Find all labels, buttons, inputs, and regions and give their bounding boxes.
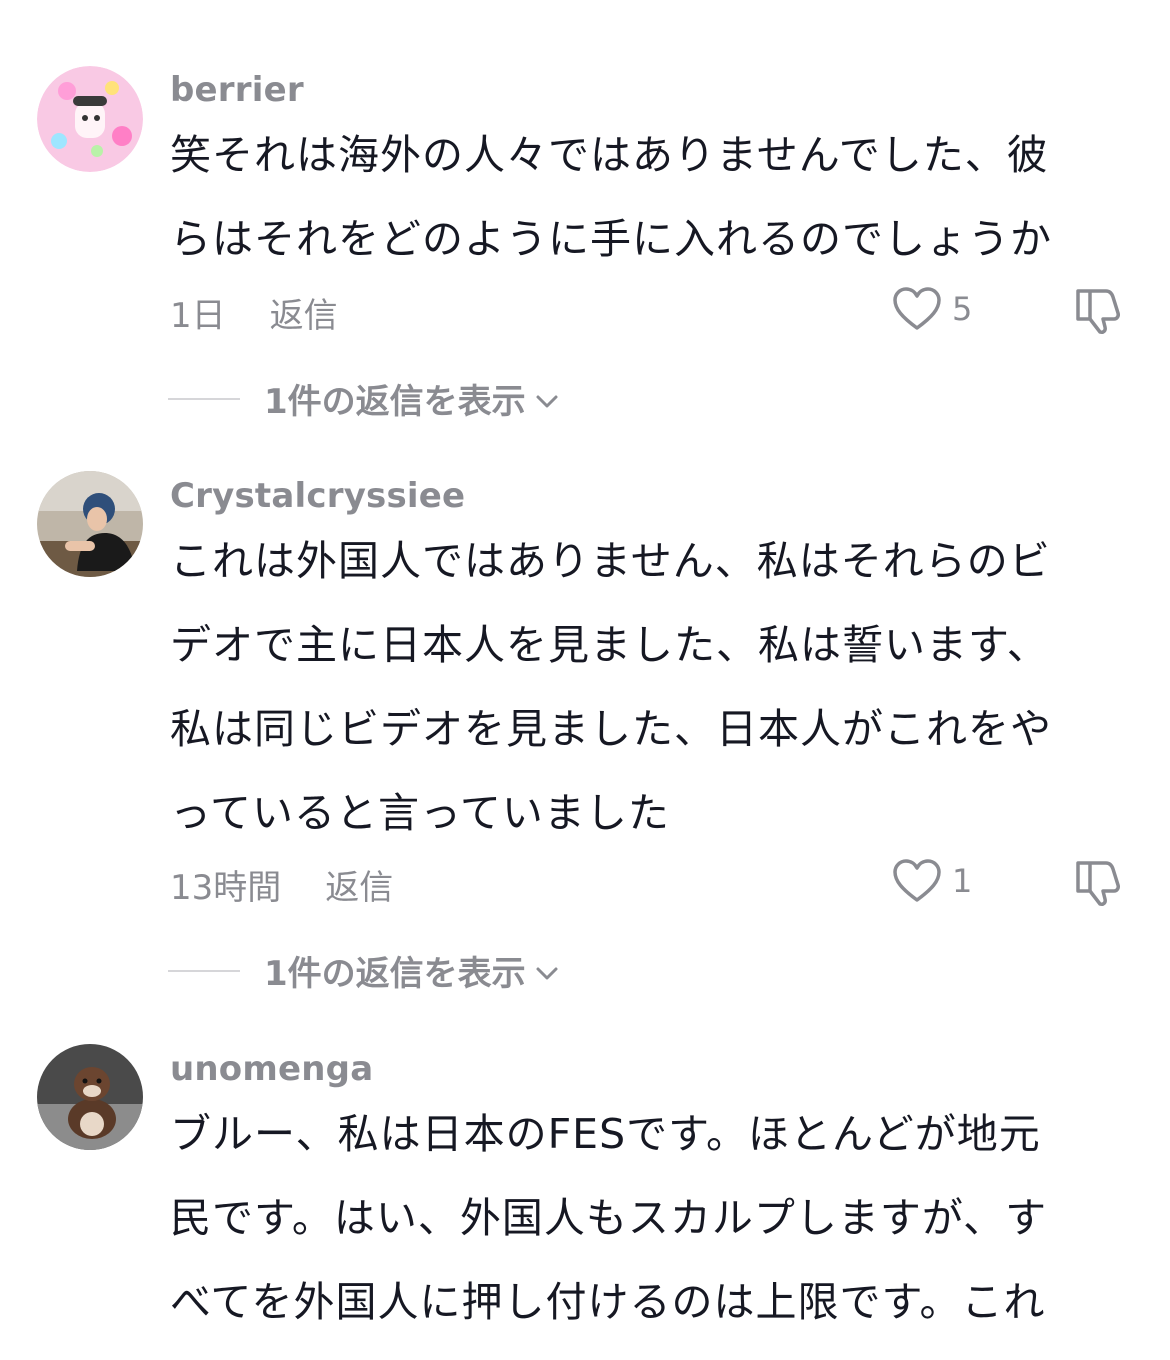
thumbs-down-icon[interactable] xyxy=(1072,857,1124,907)
chevron-down-icon xyxy=(536,395,558,407)
comment-line: べてを外国人に押し付けるのは上限です。これ xyxy=(170,1278,1046,1326)
avatar[interactable] xyxy=(37,471,143,577)
chevron-down-icon xyxy=(536,967,558,979)
like-button[interactable]: 5 xyxy=(892,286,972,332)
like-count: 5 xyxy=(952,290,973,328)
divider-line xyxy=(168,397,240,400)
reply-button[interactable]: 返信 xyxy=(270,296,338,336)
heart-outline-icon xyxy=(893,287,941,330)
comment-line: 笑それは海外の人々ではありませんでした、彼 xyxy=(170,131,1049,179)
comment-line: らはそれをどのように手に入れるのでしょうか xyxy=(170,215,1052,263)
avatar[interactable] xyxy=(37,66,143,172)
username[interactable]: berrier xyxy=(170,70,304,110)
username[interactable]: Crystalcryssiee xyxy=(170,476,465,516)
comment-line: ブルー、私は日本のFESです。ほとんどが地元 xyxy=(170,1110,1041,1158)
comment-meta: 13時間 返信 xyxy=(170,860,393,909)
comment-text: 笑それは海外の人々ではありませんでした、彼 らはそれをどのように手に入れるのでし… xyxy=(170,113,1120,281)
like-button[interactable]: 1 xyxy=(892,858,972,904)
comment-meta: 1日 返信 xyxy=(170,288,338,337)
view-replies-label: 1件の返信を表示 xyxy=(264,954,526,994)
comment-line: デオで主に日本人を見ました、私は誓います、 xyxy=(170,621,1049,669)
thumbs-down-icon[interactable] xyxy=(1072,285,1124,335)
comment-text: ブルー、私は日本のFESです。ほとんどが地元 民です。はい、外国人もスカルプしま… xyxy=(170,1092,1120,1344)
comment-text: これは外国人ではありません、私はそれらのビ デオで主に日本人を見ました、私は誓い… xyxy=(170,519,1120,855)
username[interactable]: unomenga xyxy=(170,1049,373,1089)
view-replies-button[interactable]: 1件の返信を表示 xyxy=(168,946,560,995)
timestamp: 1日 xyxy=(170,296,226,336)
heart-outline-icon xyxy=(893,859,941,902)
timestamp: 13時間 xyxy=(170,868,282,908)
comment-line: 私は同じビデオを見ました、日本人がこれをや xyxy=(170,705,1052,753)
view-replies-button[interactable]: 1件の返信を表示 xyxy=(168,374,560,423)
avatar[interactable] xyxy=(37,1044,143,1150)
view-replies-label: 1件の返信を表示 xyxy=(264,382,526,422)
comment-line: これは外国人ではありません、私はそれらのビ xyxy=(170,537,1051,585)
comment-line: っていると言っていました xyxy=(170,789,670,837)
like-count: 1 xyxy=(952,862,973,900)
reply-button[interactable]: 返信 xyxy=(325,868,393,908)
divider-line xyxy=(168,969,240,972)
comment-line: 民です。はい、外国人もスカルプしますが、す xyxy=(170,1194,1048,1242)
